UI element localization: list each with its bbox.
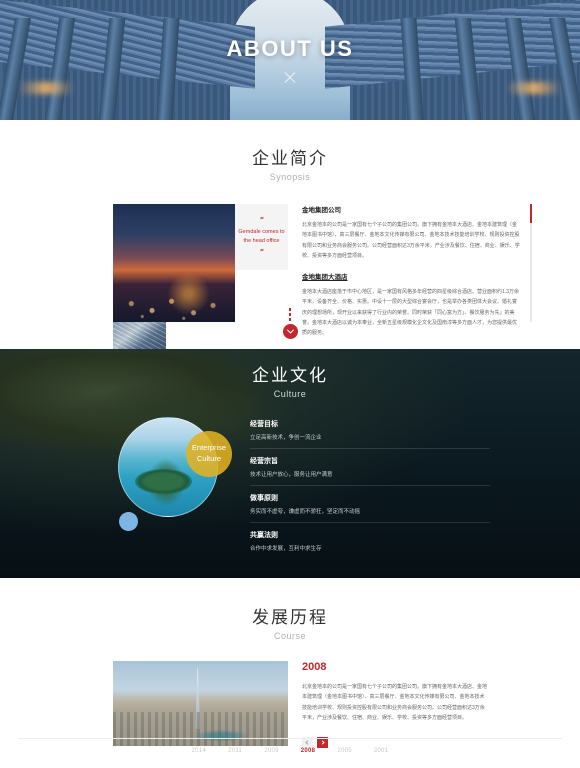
culture-content: 企业文化 Culture Enterprise Culture 经营目标 立足高… bbox=[0, 349, 580, 578]
city-night-photo bbox=[113, 204, 235, 322]
page-title: ABOUT US bbox=[226, 35, 354, 61]
culture-title-en: Culture bbox=[273, 389, 307, 399]
hero-banner: ABOUT US bbox=[0, 0, 580, 120]
enterprise-culture-badge: Enterprise Culture bbox=[186, 431, 232, 477]
scroll-down-button[interactable] bbox=[282, 324, 298, 339]
synopsis-body: " Gemdale comes to the head office " 金地集… bbox=[113, 204, 532, 374]
scroll-dot bbox=[289, 313, 291, 316]
close-x-icon bbox=[283, 71, 297, 85]
culture-item-title: 经营宗旨 bbox=[250, 458, 278, 465]
course-year: 2008 bbox=[302, 661, 327, 673]
timeline-year-2005[interactable]: 2005 bbox=[337, 748, 352, 754]
year-timeline: 2014 2011 2009 2008 2005 2001 bbox=[18, 738, 562, 754]
course-text-panel: 2008 北京金地本的公司是一家国有七个子公司的集团公司。旗下拥有金地本大酒店、… bbox=[302, 661, 488, 748]
synopsis-block: 金地集团公司 北京金地本的公司是一家国有七个子公司的集团公司。旗下拥有金地本大酒… bbox=[302, 204, 520, 261]
culture-item: 共赢法则 合作中求发展，互利中求生存 bbox=[250, 530, 490, 559]
synopsis-quote: " Gemdale comes to the head office " bbox=[235, 204, 288, 270]
synopsis-scrollbar[interactable] bbox=[530, 204, 532, 322]
synopsis-block-heading: 金地集团大酒店 bbox=[302, 274, 348, 281]
course-description: 北京金地本的公司是一家国有七个子公司的集团公司。旗下拥有金地本大酒店、金地本建筑… bbox=[302, 684, 488, 721]
course-body: 2008 北京金地本的公司是一家国有七个子公司的集团公司。旗下拥有金地本大酒店、… bbox=[113, 661, 488, 748]
synopsis-heading: 企业简介 Synopsis bbox=[0, 144, 580, 182]
culture-item-desc: 合作中求发展，互利中求生存 bbox=[250, 546, 322, 552]
course-title-cn: 发展历程 bbox=[252, 608, 328, 627]
synopsis-media: " Gemdale comes to the head office " bbox=[113, 204, 288, 374]
scroll-dots bbox=[289, 308, 291, 321]
culture-item-desc: 技术让用户放心，服务让用户满意 bbox=[250, 472, 333, 478]
hero-content: ABOUT US bbox=[0, 0, 580, 120]
culture-item-desc: 立足高新技术，争创一流企业 bbox=[250, 435, 322, 441]
synopsis-block-body: 北京金地本的公司是一家国有七个子公司的集团公司。旗下拥有金地本大酒店、金地本建筑… bbox=[302, 222, 520, 259]
culture-item: 做事原则 务实而不虚夸，谦虚而不骄狂，坚定而不动摇 bbox=[250, 493, 490, 523]
decorative-circle bbox=[119, 512, 138, 531]
culture-list: 经营目标 立足高新技术，争创一流企业 经营宗旨 技术让用户放心，服务让用户满意 … bbox=[250, 417, 490, 566]
timeline-year-2014[interactable]: 2014 bbox=[192, 748, 207, 754]
course-heading: 发展历程 Course bbox=[0, 603, 580, 641]
culture-item-title: 经营目标 bbox=[250, 421, 278, 428]
culture-section: 企业文化 Culture Enterprise Culture 经营目标 立足高… bbox=[0, 349, 580, 578]
timeline-year-2008[interactable]: 2008 bbox=[301, 748, 316, 754]
culture-title-cn: 企业文化 bbox=[252, 366, 328, 385]
culture-item-desc: 务实而不虚夸，谦虚而不骄狂，坚定而不动摇 bbox=[250, 509, 361, 515]
quote-close-icon: " bbox=[259, 247, 264, 257]
culture-item: 经营目标 立足高新技术，争创一流企业 bbox=[250, 419, 490, 449]
culture-graphic: Enterprise Culture bbox=[118, 417, 232, 531]
course-section: 发展历程 Course 2008 北京金地本的公司是一家国有七个子公司的集团公司… bbox=[0, 578, 580, 768]
about-us-page: ABOUT US 企业简介 Synopsis " Gemdale comes t… bbox=[0, 0, 580, 768]
culture-item-title: 做事原则 bbox=[250, 495, 278, 502]
synopsis-title-cn: 企业简介 bbox=[252, 149, 328, 168]
scrollbar-thumb[interactable] bbox=[530, 204, 532, 223]
culture-item-title: 共赢法则 bbox=[250, 532, 278, 539]
skyline-photo bbox=[113, 661, 288, 746]
synopsis-section: 企业简介 Synopsis " Gemdale comes to the hea… bbox=[0, 120, 580, 374]
badge-line-1: Enterprise bbox=[191, 443, 227, 453]
synopsis-title-en: Synopsis bbox=[269, 172, 311, 182]
timeline-year-2009[interactable]: 2009 bbox=[264, 748, 279, 754]
badge-line-2: Culture bbox=[196, 454, 222, 463]
scroll-down-control[interactable] bbox=[0, 308, 580, 339]
culture-item: 经营宗旨 技术让用户放心，服务让用户满意 bbox=[250, 456, 490, 486]
chevron-down-icon bbox=[286, 326, 294, 334]
course-title-en: Course bbox=[273, 631, 306, 641]
synopsis-block-heading: 金地集团公司 bbox=[302, 207, 341, 214]
quote-open-icon: " bbox=[259, 216, 264, 226]
quote-text: Gemdale comes to the head office bbox=[238, 229, 285, 244]
scroll-dot bbox=[289, 308, 291, 311]
scroll-dot bbox=[289, 318, 291, 321]
culture-heading: 企业文化 Culture bbox=[0, 361, 580, 399]
timeline-year-2001[interactable]: 2001 bbox=[374, 748, 389, 754]
synopsis-text-panel[interactable]: 金地集团公司 北京金地本的公司是一家国有七个子公司的集团公司。旗下拥有金地本大酒… bbox=[288, 204, 532, 336]
timeline-year-2011[interactable]: 2011 bbox=[228, 748, 242, 754]
culture-body: Enterprise Culture 经营目标 立足高新技术，争创一流企业 经营… bbox=[118, 417, 490, 566]
